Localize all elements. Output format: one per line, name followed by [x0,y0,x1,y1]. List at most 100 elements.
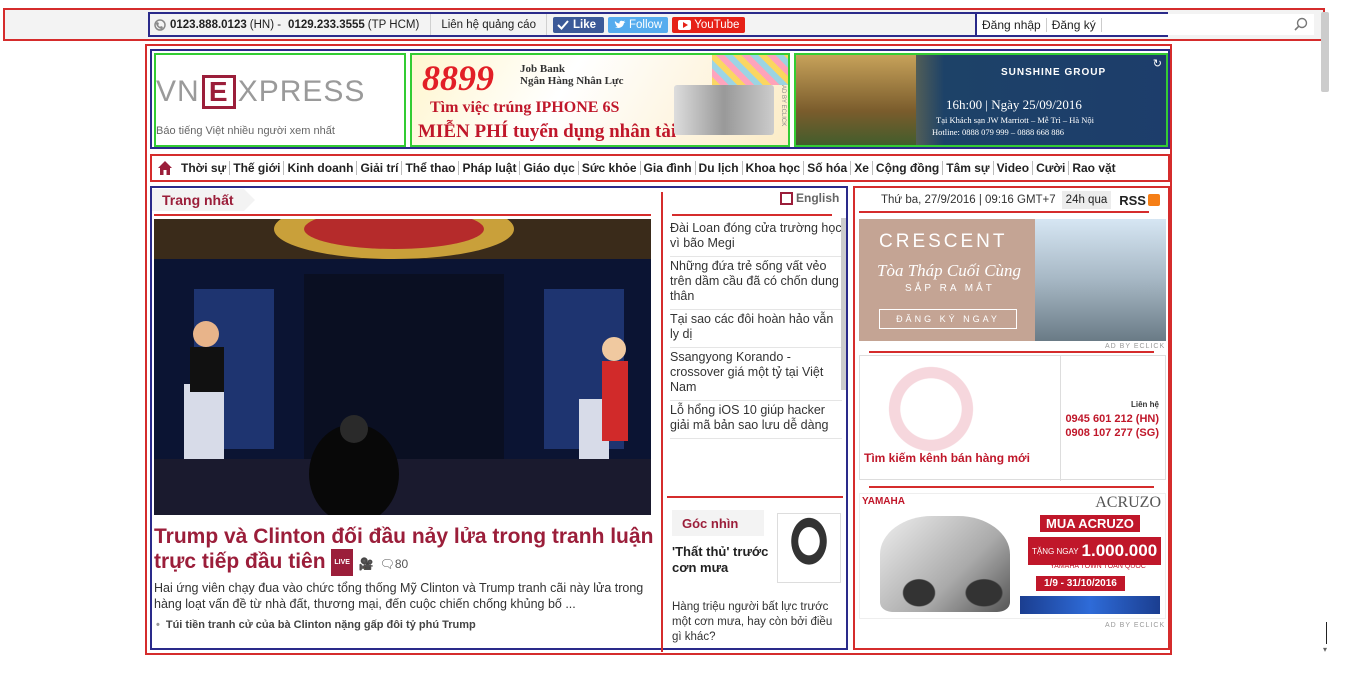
sunshine-place: Tại Khách sạn JW Marriott – Mễ Trì – Hà … [936,115,1095,125]
english-link[interactable]: English [780,191,839,205]
shopping-cart-icon [870,364,992,454]
date-bar: Thứ ba, 27/9/2016 | 09:16 GMT+7 24h qua … [857,190,1166,210]
news-item[interactable]: Ssangyong Korando - crossover giá một tỷ… [670,348,842,401]
nav-item-phap-luat[interactable]: Pháp luật [459,161,521,175]
debate-stage-image [154,219,651,515]
hotline-hn-suffix: (HN) - [249,18,282,31]
facebook-like-button[interactable]: Like [552,16,604,33]
crescent-tagline: Tòa Tháp Cuối Cùng [877,261,1022,280]
goc-nhin-title[interactable]: 'Thất thủ' trước cơn mưa [672,544,772,576]
yamaha-logo: YAMAHA [862,496,905,507]
related-link[interactable]: Túi tiền tranh cử của bà Clinton nặng gấ… [154,619,476,631]
buy-label: MUA ACRUZO [1040,515,1140,532]
nav-item-kinh-doanh[interactable]: Kinh doanh [284,161,358,175]
nav-item-xe[interactable]: Xe [851,161,873,175]
rss-label: RSS [1119,192,1146,208]
nav-item-khoa-hoc[interactable]: Khoa học [743,161,805,175]
news-item[interactable]: Những đứa trẻ sống vất vẻo trên dầm cầu … [670,257,842,310]
shopping-cart-ad[interactable]: Tìm kiếm kênh bán hàng mới Liên hệ 0945 … [859,355,1166,481]
ad-label: AD BY ECLICK [780,85,786,127]
sunshine-banner-ad[interactable]: SUNSHINE GROUP 16h:00 | Ngày 25/09/2016 … [794,53,1168,147]
last-24h-link[interactable]: 24h qua [1061,191,1112,209]
search-input[interactable] [1101,14,1314,35]
register-link[interactable]: Đăng ký [1047,17,1102,32]
sidebar: Thứ ba, 27/9/2016 | 09:16 GMT+7 24h qua … [853,186,1170,650]
nav-item-gia-dinh[interactable]: Gia đình [641,161,696,175]
bonus-amount: 1.000.000 [1081,541,1158,560]
goc-nhin-desc: Hàng triệu người bất lực trước một cơn m… [672,601,833,643]
nav-item-suc-khoe[interactable]: Sức khỏe [579,161,641,175]
main-nav: Thời sự Thế giới Kinh doanh Giải trí Thể… [150,154,1170,182]
nav-item-cong-dong[interactable]: Cộng đồng [873,161,944,175]
nav-item-thoi-su[interactable]: Thời sự [178,161,231,175]
bonus-label: TẶNG NGAY 1.000.000 [1028,537,1162,565]
phone-icon [154,18,166,31]
youtube-button[interactable]: YouTube [672,16,746,33]
nav-item-the-thao[interactable]: Thể thao [402,161,460,175]
cart-ad-text: Tìm kiếm kênh bán hàng mới [864,451,1030,465]
social-buttons: Like Follow YouTube [552,16,746,33]
news-list: Đài Loan đóng cửa trường học vì bão Megi… [670,219,842,439]
divider [154,214,651,216]
follow-label: Follow [628,18,663,31]
vnexpress-logo[interactable]: VN E XPRESS [156,75,365,109]
ad-contact-link[interactable]: Liên hệ quảng cáo [431,14,547,35]
lead-image[interactable] [154,219,651,515]
lead-headline[interactable]: Trump và Clinton đối đầu nảy lửa trong t… [154,524,659,577]
divider [869,351,1154,353]
hotline-hcm: 0129.233.3555 [288,18,365,31]
nav-item-cuoi[interactable]: Cười [1033,161,1070,175]
news-item[interactable]: Tại sao các đôi hoàn hảo vẫn ly dị [670,310,842,348]
twitter-follow-button[interactable]: Follow [607,16,669,33]
main-content: Trang nhất English Trump và Clinton đối … [150,186,848,652]
scooter-image [880,516,1010,612]
divider [869,486,1154,488]
author-avatar [777,513,841,583]
phone-sg: 0908 107 277 (SG) [1065,427,1159,439]
phones-image [674,85,774,135]
scroll-down-icon[interactable]: ▾ [1323,645,1327,654]
nav-item-video[interactable]: Video [994,161,1034,175]
like-label: Like [572,18,596,31]
nav-item-du-lich[interactable]: Du lịch [696,161,743,175]
cart-contact: Liên hệ 0945 601 212 (HN) 0908 107 277 (… [1065,398,1159,440]
jobbank-line2: MIỄN PHÍ tuyển dụng nhân tài [418,121,677,142]
news-item[interactable]: Đài Loan đóng cửa trường học vì bão Megi [670,219,842,257]
nav-item-giao-duc[interactable]: Giáo dục [520,161,579,175]
nav-item-rao-vat[interactable]: Rao vặt [1069,161,1118,175]
nav-item-so-hoa[interactable]: Số hóa [804,161,852,175]
refresh-icon[interactable]: ↻ [1153,57,1162,70]
sunshine-time: 16h:00 | Ngày 25/09/2016 [946,97,1082,112]
jobbank-brand: Job Bank Ngân Hàng Nhân Lực [520,63,624,87]
section-tab[interactable]: Trang nhất [152,189,255,211]
page-scrollbar-thumb[interactable] [1321,12,1329,92]
home-icon[interactable] [156,159,174,177]
hotline-hcm-suffix: (TP HCM) [367,18,420,31]
jobbank-banner-ad[interactable]: 8899 Job Bank Ngân Hàng Nhân Lực Tìm việ… [410,53,790,147]
jobbank-line1: Tìm việc trúng IPHONE 6S [430,99,620,116]
logo-right: XPRESS [237,75,366,108]
crescent-ad[interactable]: CRESCENT Tòa Tháp Cuối Cùng SẮP RA MẮT Đ… [859,219,1166,341]
current-date: Thứ ba, 27/9/2016 | 09:16 GMT+7 [881,194,1056,206]
logo-e: E [201,75,236,109]
divider [1060,356,1061,481]
rss-link[interactable]: RSS [1119,193,1160,208]
crescent-register-button[interactable]: ĐĂNG KÝ NGAY [879,309,1017,329]
search-icon[interactable] [1294,17,1308,31]
jobbank-number: 8899 [422,58,494,98]
logo-tagline: Báo tiếng Việt nhiều người xem nhất [156,125,335,137]
hotline-hn: 0123.888.0123 [170,18,247,31]
live-badge: LIVE [331,549,353,576]
login-link[interactable]: Đăng nhập [977,17,1047,32]
nav-item-the-gioi[interactable]: Thế giới [230,161,285,175]
search-box [1101,14,1314,35]
news-item[interactable]: Lỗ hổng iOS 10 giúp hacker giải mã bản s… [670,401,842,439]
crescent-logo: CRESCENT [879,231,1008,252]
tower-image [1035,219,1166,341]
news-scrollbar[interactable] [841,218,846,390]
nav-item-tam-su[interactable]: Tâm sự [943,161,994,175]
logo-box[interactable]: VN E XPRESS Báo tiếng Việt nhiều người x… [154,53,406,147]
yamaha-ad[interactable]: YAMAHA ACRUZO MUA ACRUZO TẶNG NGAY 1.000… [859,493,1166,619]
nav-item-giai-tri[interactable]: Giải trí [357,161,403,175]
goc-nhin-tab[interactable]: Góc nhìn [672,510,764,536]
